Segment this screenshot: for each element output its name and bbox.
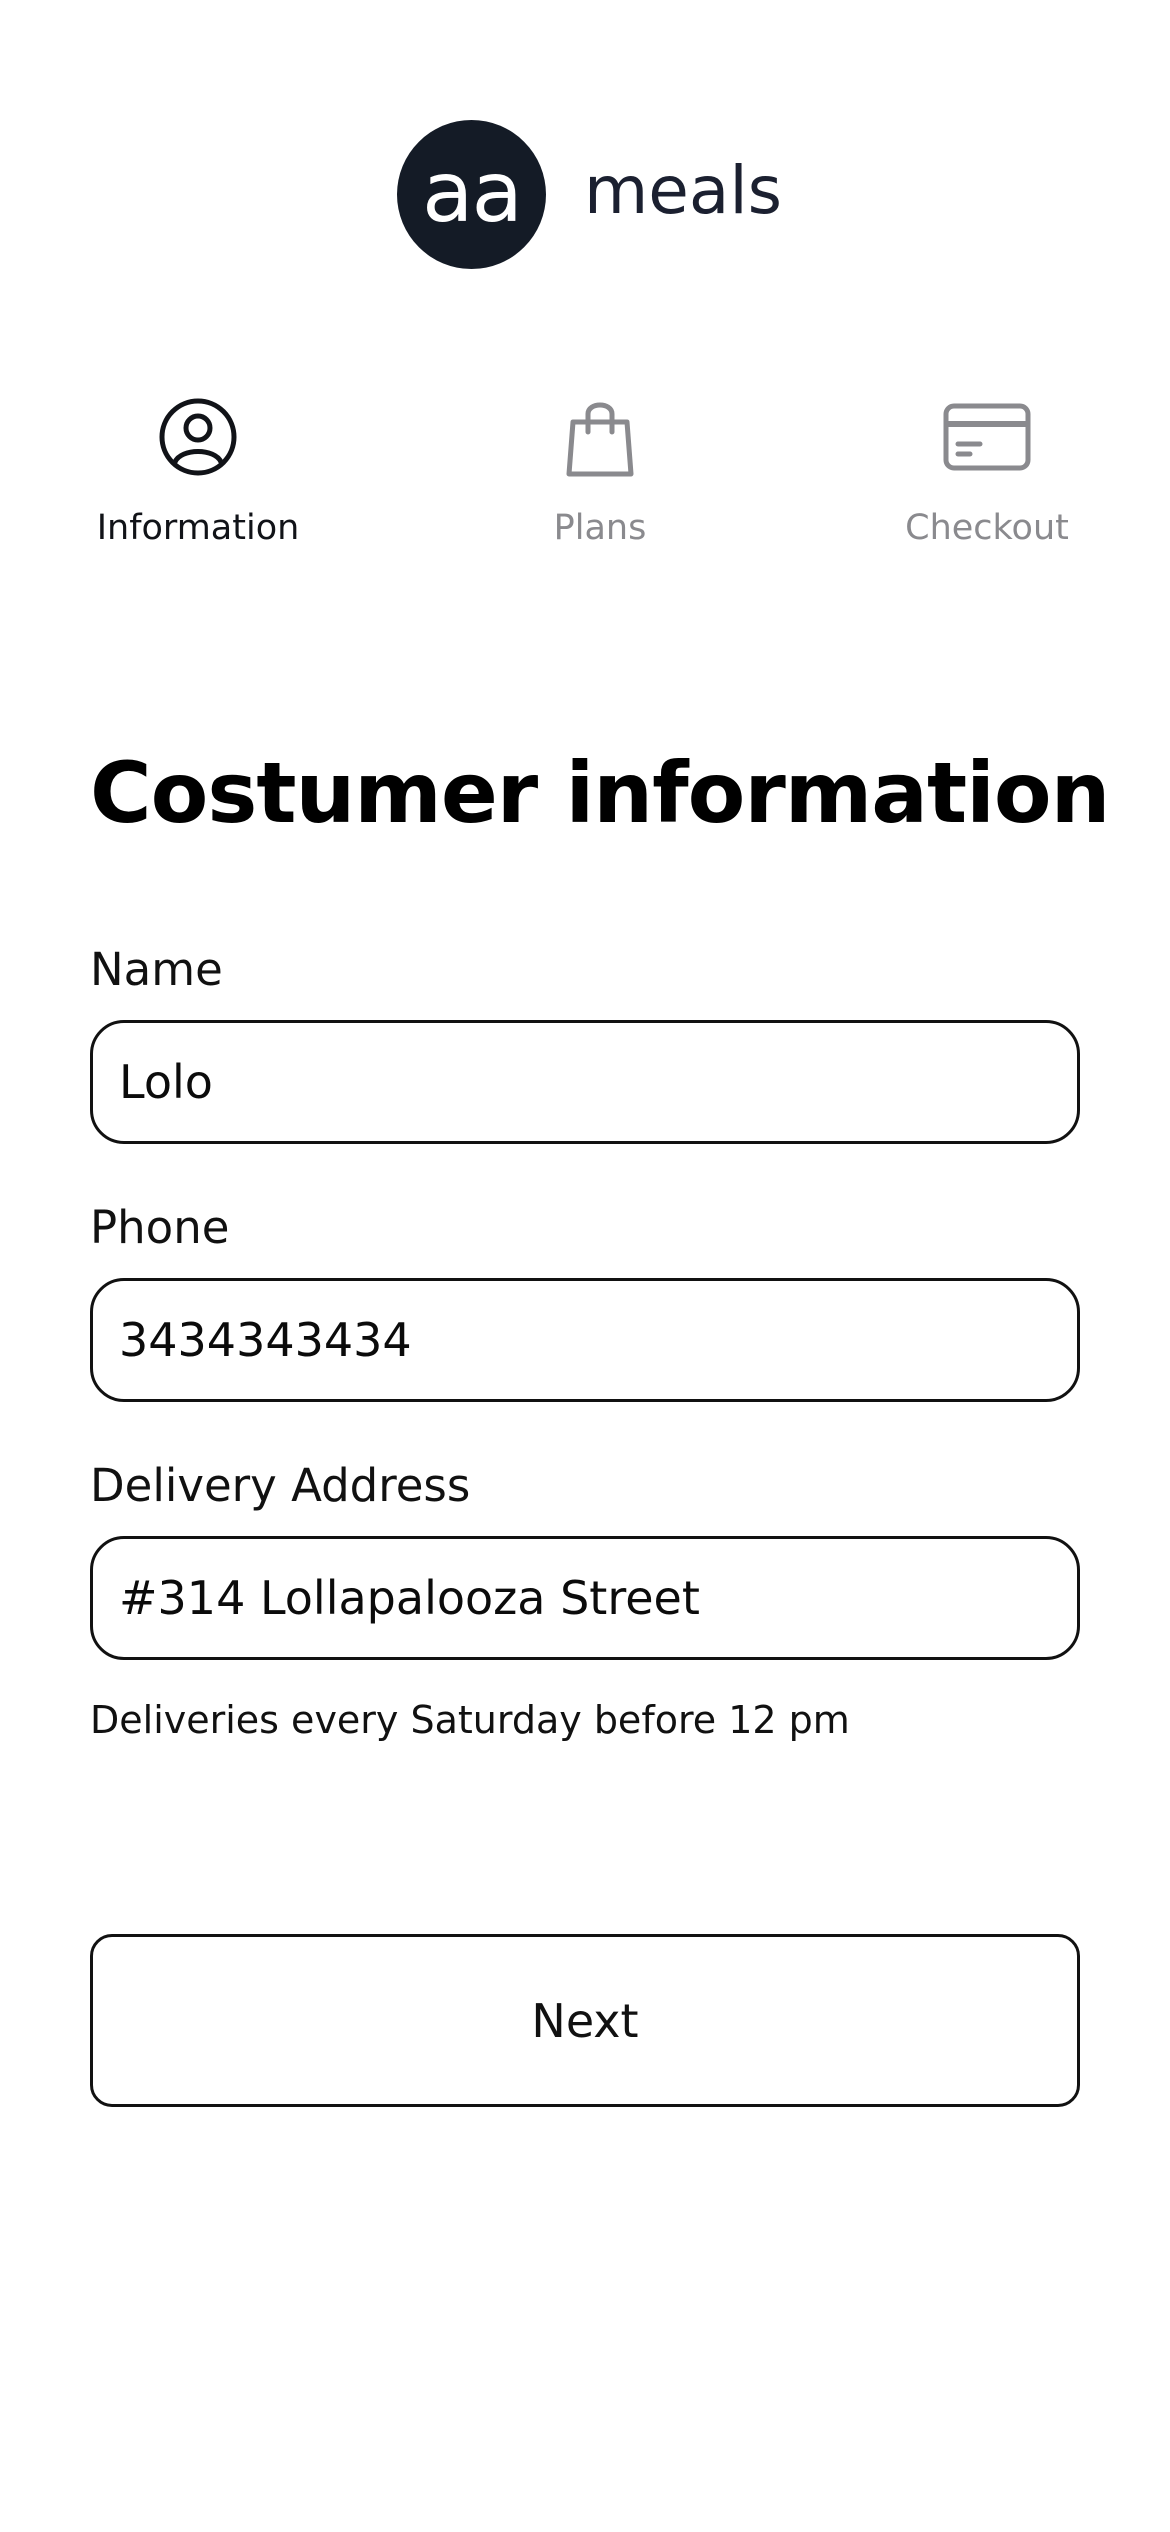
next-button[interactable]: Next <box>90 1934 1080 2107</box>
phone-label: Phone <box>90 1201 230 1254</box>
brand-badge: aa <box>397 120 546 269</box>
page-title: Costumer information <box>90 744 1110 842</box>
name-input[interactable] <box>90 1020 1080 1144</box>
step-checkout[interactable]: Checkout <box>857 392 1117 550</box>
step-label: Plans <box>553 508 647 548</box>
address-input[interactable] <box>90 1536 1080 1660</box>
shopping-bag-icon <box>566 402 634 477</box>
address-label: Delivery Address <box>90 1459 471 1512</box>
brand-name: meals <box>584 152 783 229</box>
step-label: Checkout <box>905 508 1069 548</box>
step-plans[interactable]: Plans <box>470 392 730 550</box>
step-label: Information <box>96 508 300 548</box>
name-label: Name <box>90 943 223 996</box>
step-information[interactable]: Information <box>68 392 328 550</box>
phone-input[interactable] <box>90 1278 1080 1402</box>
user-circle-icon <box>159 398 237 476</box>
delivery-hint: Deliveries every Saturday before 12 pm <box>90 1698 850 1742</box>
checkout-steps: Information Plans Checkout <box>0 392 1170 572</box>
brand-logo: aa meals <box>397 120 782 269</box>
credit-card-icon <box>943 403 1031 471</box>
